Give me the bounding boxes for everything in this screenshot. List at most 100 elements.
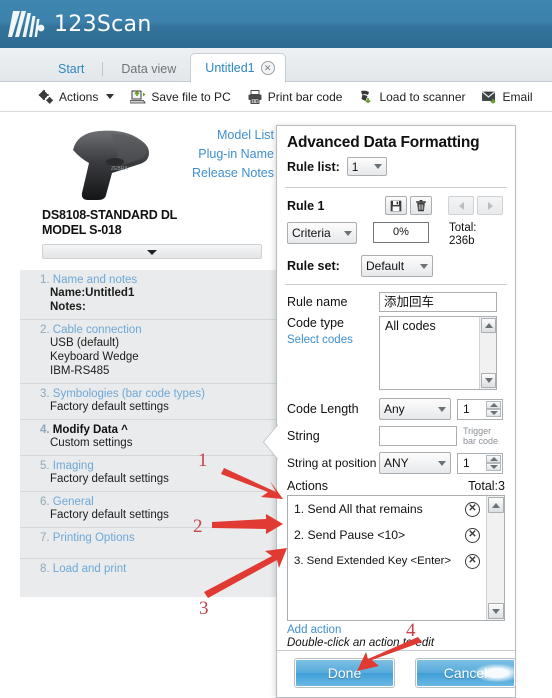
wizard-step-4[interactable]: 4. Modify Data ^ Custom settings (20, 419, 282, 455)
rule-set-row: Rule set: Default (277, 248, 515, 277)
svg-text:ZEBRA: ZEBRA (111, 166, 128, 172)
model-list-link[interactable]: Model List (192, 126, 274, 145)
cancel-button[interactable]: Cancel (415, 658, 516, 688)
remove-action-icon[interactable]: ✕ (465, 527, 480, 543)
string-position-value: ANY (384, 456, 409, 470)
rule-list-label: Rule list: (287, 159, 340, 174)
string-position-number: 1 (463, 455, 470, 470)
chevron-down-icon (106, 94, 115, 99)
code-length-select[interactable]: Any (379, 398, 451, 420)
device-summary: ZEBRA Model List Plug-in Name Release No… (20, 112, 282, 259)
wizard-step-7-head: 7. Printing Options (40, 532, 282, 544)
toolbar-print-barcode-label: Print bar code (267, 89, 343, 104)
tab-strip: Start Data view Untitled1 ✕ (0, 48, 552, 83)
rule-list-select[interactable]: 1 (346, 157, 387, 176)
tab-data-view[interactable]: Data view (107, 56, 190, 82)
wizard-step-3-sub1: Factory default settings (50, 401, 169, 413)
done-button[interactable]: Done (294, 658, 395, 688)
scroll-down-icon[interactable] (481, 373, 496, 388)
device-links: Model List Plug-in Name Release Notes (192, 126, 274, 183)
code-type-listbox[interactable]: All codes (379, 316, 497, 390)
actions-list[interactable]: 1. Send All that remains ✕ 2. Send Pause… (287, 495, 505, 621)
wizard-step-8[interactable]: 8. Load and print (20, 558, 282, 597)
plugin-name-link[interactable]: Plug-in Name (192, 145, 274, 164)
actions-scrollbar[interactable] (486, 496, 504, 620)
list-item[interactable]: 3. Send Extended Key <Enter> ✕ (288, 548, 504, 574)
toolbar-load-scanner-button[interactable]: Load to scanner (350, 84, 473, 110)
string-input[interactable] (379, 426, 457, 446)
stepper-down-icon[interactable] (486, 462, 501, 471)
stepper-up-icon[interactable] (486, 400, 501, 409)
chevron-down-icon (438, 406, 446, 412)
select-codes-link[interactable]: Select codes (287, 334, 353, 346)
rule-name-input[interactable]: 添加回车 (379, 292, 497, 312)
wizard-step-8-head: 8. Load and print (40, 563, 282, 575)
scroll-up-icon[interactable] (488, 497, 504, 513)
email-icon (481, 89, 498, 105)
string-position-stepper[interactable]: 1 (457, 452, 503, 474)
chevron-down-icon (344, 230, 352, 236)
code-length-value: Any (384, 402, 405, 416)
string-row: String Trigger bar code (277, 420, 515, 446)
add-action-link[interactable]: Add action (287, 624, 505, 636)
step-number: 2. (40, 324, 50, 336)
rule-set-value: Default (366, 259, 405, 273)
wizard-step-5[interactable]: 5. Imaging Factory default settings (20, 455, 282, 491)
toolbar-actions-button[interactable]: Actions (30, 84, 122, 110)
action-text: 2. Send Pause <10> (294, 528, 406, 542)
code-length-stepper[interactable]: 1 (457, 398, 503, 420)
code-type-value: All codes (385, 319, 436, 333)
trash-delete-icon[interactable] (410, 196, 432, 215)
tab-untitled1[interactable]: Untitled1 ✕ (190, 53, 286, 83)
toolbar-save-file-button[interactable]: Save file to PC (122, 84, 238, 110)
remove-action-icon[interactable]: ✕ (465, 553, 480, 569)
prev-arrow-icon[interactable] (448, 196, 474, 215)
wizard-step-1[interactable]: 1. Name and notes Name:Untitled1 Notes: (20, 270, 282, 319)
divider (285, 187, 507, 188)
device-collapse-bar[interactable] (42, 244, 262, 259)
edit-hint: Double-click an action to edit (287, 637, 435, 649)
next-arrow-icon[interactable] (477, 196, 503, 215)
toolbar-print-barcode-button[interactable]: Print bar code (239, 84, 351, 110)
actions-total: Total:3 (468, 479, 505, 493)
wizard-step-6[interactable]: 6. General Factory default settings (20, 491, 282, 527)
device-model-line1: DS8108-STANDARD DL (42, 208, 178, 222)
save-to-pc-icon (128, 89, 147, 105)
gears-icon (38, 89, 54, 105)
wizard-step-3[interactable]: 3. Symbologies (bar code types) Factory … (20, 383, 282, 419)
stepper-up-icon[interactable] (486, 454, 501, 463)
floppy-save-icon[interactable] (385, 196, 407, 215)
rule-set-select[interactable]: Default (361, 255, 433, 277)
app-title: 123Scan (54, 11, 152, 37)
tab-start[interactable]: Start (44, 56, 98, 82)
scroll-up-icon[interactable] (481, 318, 496, 333)
percent-field[interactable]: 0% (373, 222, 429, 243)
release-notes-link[interactable]: Release Notes (192, 164, 274, 183)
done-button-label: Done (327, 665, 362, 681)
stepper-down-icon[interactable] (486, 408, 501, 417)
wizard-step-3-head: 3. Symbologies (bar code types) (40, 388, 282, 400)
scroll-down-icon[interactable] (488, 603, 504, 619)
code-length-label: Code Length (287, 402, 359, 416)
code-type-scrollbar[interactable] (479, 317, 496, 389)
code-length-row: Code Length Any 1 (277, 390, 515, 420)
toolbar-email-button[interactable]: Email (474, 84, 541, 110)
code-type-label: Code type (287, 316, 344, 330)
remove-action-icon[interactable]: ✕ (465, 501, 480, 517)
wizard-step-1-sub1: Name:Untitled1 (50, 287, 135, 299)
chevron-down-icon (373, 164, 382, 169)
wizard-step-2[interactable]: 2. Cable connection USB (default) Keyboa… (20, 319, 282, 383)
string-position-label: String at position (287, 456, 377, 470)
wizard-step-4-head: 4. Modify Data ^ (40, 424, 282, 436)
load-to-scanner-icon (358, 89, 374, 105)
wizard-step-2-sub3: IBM-RS485 (50, 365, 110, 377)
wizard-step-2-sub2: Keyboard Wedge (50, 351, 139, 363)
list-item[interactable]: 1. Send All that remains ✕ (288, 496, 504, 522)
string-position-select[interactable]: ANY (379, 452, 451, 474)
code-length-number: 1 (463, 401, 470, 416)
wizard-step-7[interactable]: 7. Printing Options (20, 527, 282, 558)
toolbar-load-scanner-label: Load to scanner (379, 89, 466, 104)
criteria-select[interactable]: Criteria (287, 222, 357, 244)
list-item[interactable]: 2. Send Pause <10> ✕ (288, 522, 504, 548)
close-icon[interactable]: ✕ (260, 61, 275, 75)
